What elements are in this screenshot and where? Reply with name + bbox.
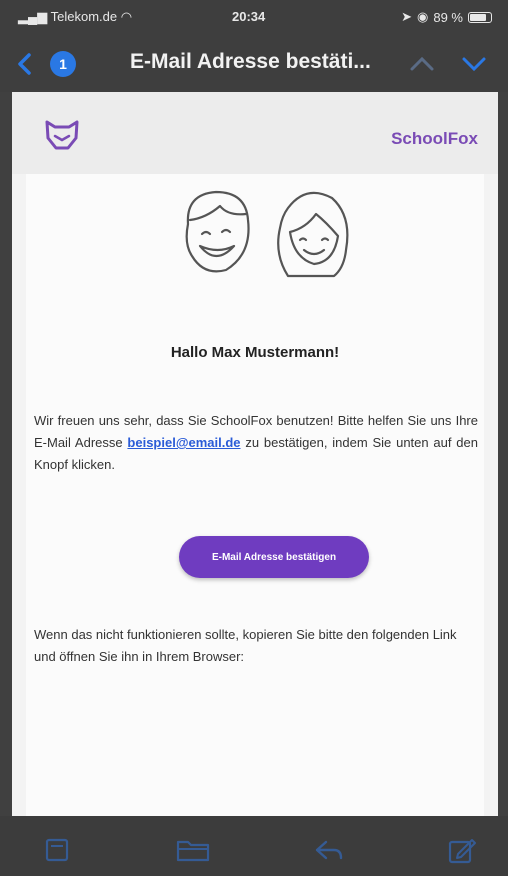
email-body: SchoolFox Hallo Max Mustermann! Wir freu…: [12, 92, 498, 816]
battery-percent: 89 %: [433, 9, 463, 25]
fallback-paragraph: Wenn das nicht funktionieren sollte, kop…: [34, 627, 457, 664]
carrier-label: ▂▄▆ Telekom.de ◠: [18, 9, 132, 25]
intro-paragraph: Wir freuen uns sehr, dass Sie SchoolFox …: [34, 410, 478, 476]
wifi-icon: ◠: [120, 9, 133, 24]
nav-bar: 1 E-Mail Adresse bestäti...: [0, 36, 508, 92]
chevron-down-icon[interactable]: [460, 54, 488, 74]
faces-illustration: [185, 190, 349, 278]
compose-icon[interactable]: [448, 838, 476, 864]
greeting: Hallo Max Mustermann!: [170, 344, 340, 361]
back-chevron-icon[interactable]: [12, 51, 38, 77]
brand-name: SchoolFox: [391, 129, 478, 148]
nav-title: E-Mail Adresse bestäti...: [130, 50, 371, 73]
folder-icon[interactable]: [176, 838, 210, 862]
bottom-toolbar: [0, 816, 508, 876]
reply-icon[interactable]: [314, 838, 344, 862]
status-right: ➤ ◉ 89 %: [401, 9, 492, 25]
confirm-email-button[interactable]: E-Mail Adresse bestätigen: [179, 536, 369, 578]
lock-rotation-icon: ◉: [417, 9, 429, 24]
status-bar: ▂▄▆ Telekom.de ◠ 20:34 ➤ ◉ 89 %: [0, 0, 508, 36]
location-icon: ➤: [401, 9, 413, 24]
status-time: 20:34: [232, 9, 266, 24]
carrier-text: Telekom.de: [50, 9, 118, 24]
signal-icon: ▂▄▆: [18, 9, 48, 24]
unread-badge[interactable]: 1: [50, 51, 76, 77]
flag-icon[interactable]: [44, 838, 70, 862]
fox-logo-icon: [45, 120, 79, 150]
email-content: Hallo Max Mustermann! Wir freuen uns seh…: [26, 174, 484, 816]
email-header: SchoolFox: [12, 92, 498, 174]
battery-icon: [468, 11, 492, 23]
chevron-up-icon[interactable]: [408, 54, 436, 74]
email-link[interactable]: beispiel@email.de: [127, 435, 240, 450]
